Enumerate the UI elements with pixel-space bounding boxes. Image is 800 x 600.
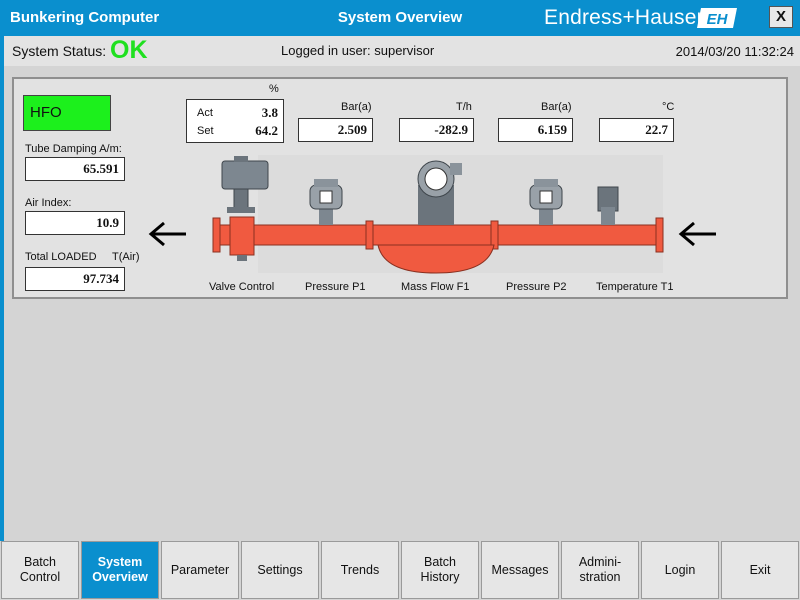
- valve-unit: %: [269, 83, 279, 95]
- system-status-value: OK: [110, 36, 148, 64]
- pressure-p1-label: Pressure P1: [305, 281, 366, 293]
- valve-act-value: 3.8: [261, 105, 278, 120]
- tube-damping-label: Tube Damping A/m:: [25, 143, 122, 155]
- pressure-p1-unit: Bar(a): [341, 101, 372, 113]
- mass-flow-label: Mass Flow F1: [401, 281, 470, 293]
- temperature-label: Temperature T1: [596, 281, 674, 293]
- nav-trends[interactable]: Trends: [321, 541, 399, 599]
- brand-logo-text: EH: [707, 11, 729, 28]
- nav-administration[interactable]: Admini- stration: [561, 541, 639, 599]
- temperature-unit: °C: [662, 101, 675, 113]
- tube-damping-value: 65.591: [25, 157, 125, 181]
- mass-flow-value: -282.9: [399, 118, 474, 142]
- title-bar: Bunkering Computer System Overview Endre…: [0, 0, 800, 36]
- brand-name: Endress+Hauser: [544, 6, 704, 29]
- valve-act-set-box: Act 3.8 Set 64.2: [186, 99, 284, 143]
- close-button[interactable]: X: [769, 6, 793, 28]
- product-indicator: HFO: [23, 95, 111, 131]
- pressure-p1-value: 2.509: [298, 118, 373, 142]
- pressure-p2-value: 6.159: [498, 118, 573, 142]
- total-loaded-label: Total LOADED: [25, 251, 97, 263]
- temperature-sensor-icon: [597, 186, 619, 225]
- valve-control-label: Valve Control: [209, 281, 275, 293]
- flow-arrow-left-icon: [678, 221, 716, 247]
- flow-arrow-left-icon: [148, 221, 186, 247]
- datetime: 2014/03/20 11:32:24: [675, 44, 794, 59]
- air-index-value: 10.9: [25, 211, 125, 235]
- nav-settings[interactable]: Settings: [241, 541, 319, 599]
- temperature-value: 22.7: [599, 118, 674, 142]
- brand-logo-icon: EH: [697, 8, 737, 28]
- system-status-label: System Status:: [12, 43, 107, 59]
- nav-parameter[interactable]: Parameter: [161, 541, 239, 599]
- pressure-p2-unit: Bar(a): [541, 101, 572, 113]
- nav-batch-control[interactable]: Batch Control: [1, 541, 79, 599]
- left-accent-strip: [0, 36, 4, 541]
- total-loaded-unit: T(Air): [112, 251, 140, 263]
- pipeline-diagram: [212, 155, 664, 274]
- status-bar: System Status: OK Logged in user: superv…: [4, 36, 800, 66]
- mass-flow-unit: T/h: [456, 101, 472, 113]
- valve-set-value: 64.2: [255, 123, 278, 138]
- total-loaded-value: 97.734: [25, 267, 125, 291]
- nav-system-overview[interactable]: System Overview: [81, 541, 159, 599]
- nav-login[interactable]: Login: [641, 541, 719, 599]
- nav-batch-history[interactable]: Batch History: [401, 541, 479, 599]
- pressure-p2-label: Pressure P2: [506, 281, 567, 293]
- logged-user: Logged in user: supervisor: [281, 43, 435, 58]
- nav-messages[interactable]: Messages: [481, 541, 559, 599]
- valve-act-label: Act: [197, 107, 213, 119]
- air-index-label: Air Index:: [25, 197, 72, 209]
- valve-set-label: Set: [197, 125, 214, 137]
- nav-exit[interactable]: Exit: [721, 541, 799, 599]
